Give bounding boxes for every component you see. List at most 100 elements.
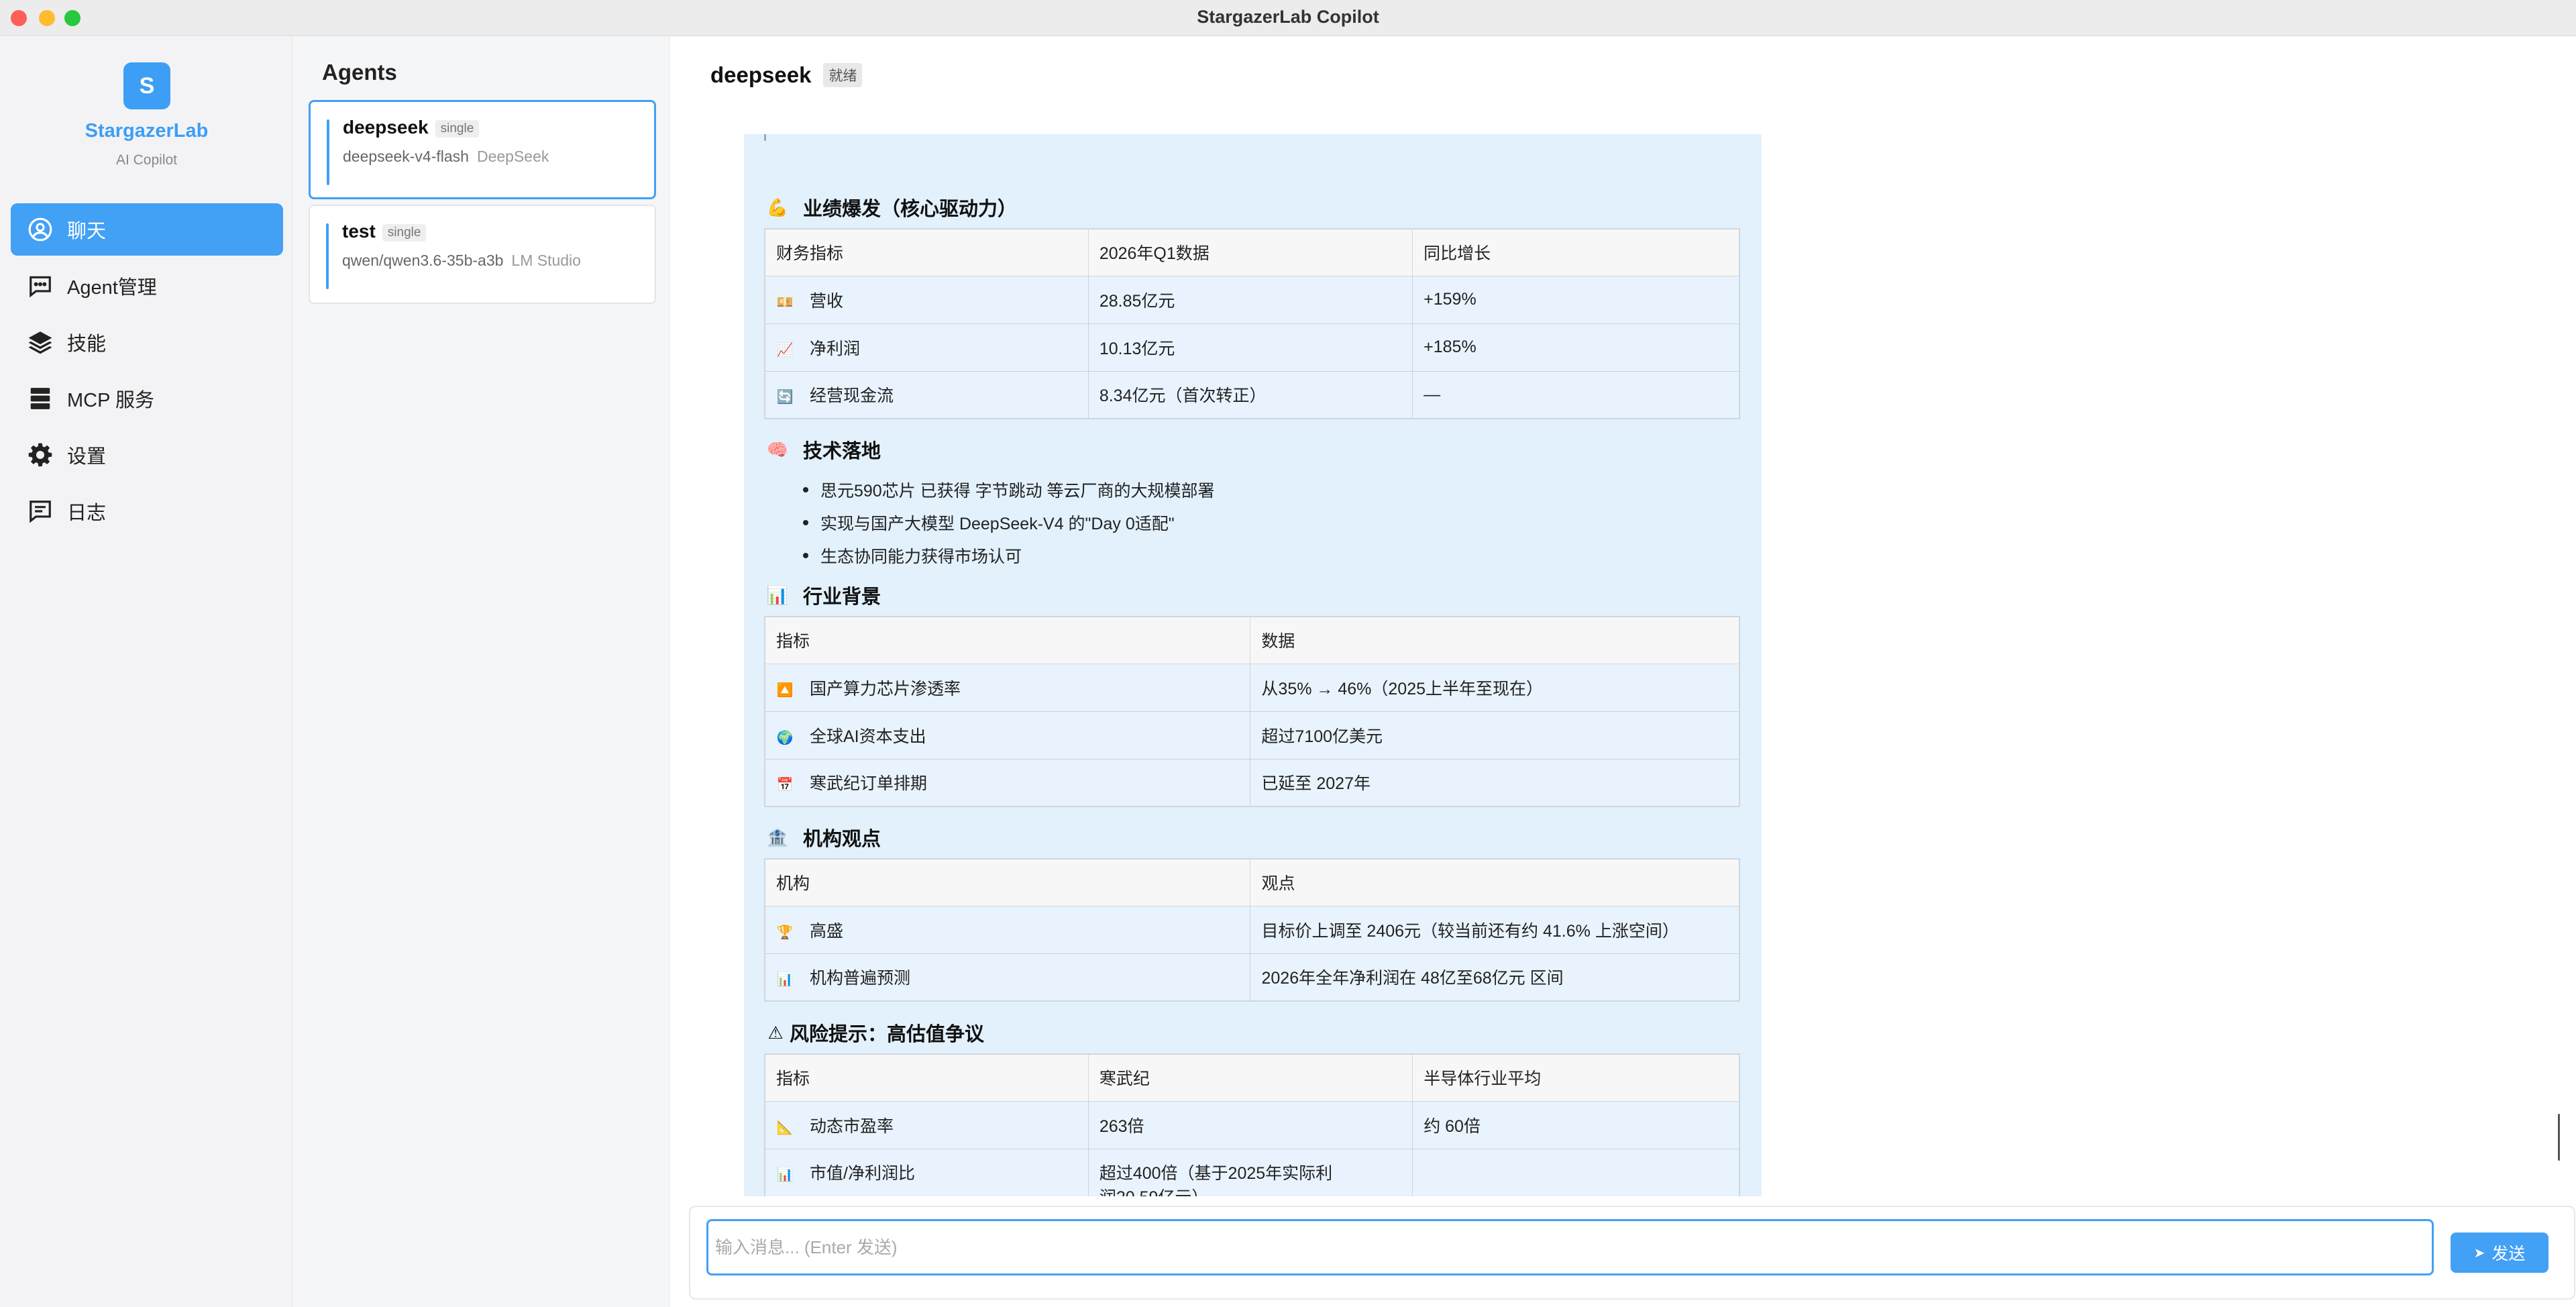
table-cell: +185%	[1412, 323, 1740, 372]
chat-header: deepseek 就绪	[710, 62, 863, 88]
sidebar-item-label: 设置	[67, 446, 107, 468]
server-icon	[25, 384, 55, 413]
sidebar-item-skills[interactable]: 技能	[11, 316, 283, 368]
agents-panel: Agents deepseek single deepseek-v4-flash D…	[294, 37, 669, 1307]
table-cell: 10.13亿元	[1087, 323, 1413, 372]
table-row: 🏆 高盛 目标价上调至 2406元（较当前还有约 41.6% 上涨空间）	[764, 905, 1740, 954]
table-cell: 📊 市值/净利润比	[764, 1148, 1089, 1196]
table-cell: 🏆 高盛	[764, 905, 1251, 954]
sidebar-item-label: 聊天	[67, 221, 107, 242]
table-cell: 从35% → 46%（2025上半年至现在）	[1250, 663, 1740, 712]
sidebar-item-label: 日志	[67, 503, 107, 524]
app-logo: S	[123, 62, 170, 109]
chat-bubble-icon	[25, 271, 55, 301]
table-cell: 超过400倍（基于2025年实际利润20.59亿元）	[1087, 1148, 1413, 1196]
trophy-icon: 🏆	[776, 925, 794, 940]
send-label: 发送	[2491, 1245, 2526, 1263]
chat-panel: deepseek 就绪 💪 业绩爆发（核心驱动力） 财务指标 2026年Q1数据…	[670, 37, 2576, 1307]
status-badge: 就绪	[823, 63, 863, 87]
sidebar-item-label: 技能	[67, 333, 107, 355]
agents-title: Agents	[322, 60, 397, 85]
table-header: 寒武纪	[1087, 1053, 1413, 1102]
table-header: 同比增长	[1412, 228, 1740, 276]
list-item: 生态协同能力获得市场认可	[803, 539, 1215, 572]
yen-banknote-icon: 💴	[776, 295, 794, 310]
list-item: 思元590芯片 已获得 字节跳动 等云厂商的大规模部署	[803, 473, 1215, 506]
sidebar-item-logs[interactable]: 日志	[11, 485, 283, 537]
table-cell: 📊 机构普遍预测	[764, 953, 1251, 1002]
cycle-arrows-icon: 🔄	[776, 390, 794, 405]
table-cell: 📈 净利润	[764, 323, 1089, 372]
flexed-biceps-icon: 💪	[766, 197, 789, 217]
brain-icon: 🧠	[766, 439, 789, 460]
performance-table: 财务指标 2026年Q1数据 同比增长 💴 营收 28.85亿元 +159% 📈 净…	[764, 228, 1740, 419]
sidebar-item-label: MCP 服务	[67, 390, 154, 411]
composer: ➤ 发送	[689, 1206, 2575, 1300]
scrollbar-thumb[interactable]	[2558, 1114, 2560, 1161]
up-arrow-icon: 🔼	[776, 682, 794, 698]
agent-name: deepseek single	[343, 117, 480, 138]
risk-table: 指标 寒武纪 半导体行业平均 📐 动态市盈率 263倍 约 60倍 📊 市值/净利润…	[764, 1053, 1740, 1196]
table-cell: 已延至 2027年	[1250, 758, 1740, 807]
user-circle-icon	[25, 215, 55, 244]
table-cell: 📐 动态市盈率	[764, 1100, 1089, 1149]
table-row: 📐 动态市盈率 263倍 约 60倍	[764, 1100, 1740, 1149]
paper-plane-icon: ➤	[2473, 1245, 2485, 1261]
table-row: 📊市值/净利润比 超过400倍（基于2025年实际利润20.59亿元）	[764, 1148, 1740, 1196]
table-header: 半导体行业平均	[1412, 1053, 1740, 1102]
brand-subtitle: AI Copilot	[115, 152, 178, 168]
log-icon	[25, 496, 55, 526]
calendar-icon: 📅	[776, 778, 794, 793]
table-cell: 约 60倍	[1412, 1100, 1740, 1149]
send-button[interactable]: ➤ 发送	[2451, 1233, 2548, 1273]
bank-icon: 🏦	[766, 827, 789, 847]
table-row: 📅 寒武纪订单排期 已延至 2027年	[764, 758, 1740, 807]
sidebar-item-agent-management[interactable]: Agent管理	[11, 260, 283, 312]
table-header: 机构	[764, 858, 1251, 906]
agent-model: qwen/qwen3.6-35b-a3b LM Studio	[342, 252, 581, 269]
table-header-row: 财务指标 2026年Q1数据 同比增长	[764, 228, 1740, 276]
agent-card-deepseek[interactable]: deepseek single deepseek-v4-flash DeepSeek	[309, 100, 656, 199]
sidebar-item-settings[interactable]: 设置	[11, 429, 283, 481]
agent-provider: DeepSeek	[476, 148, 549, 165]
brand-name: StargazerLab	[85, 120, 209, 142]
sidebar: S StargazerLab AI Copilot 聊天 Agent管理 技能 …	[0, 37, 293, 1307]
table-cell	[1412, 1148, 1740, 1196]
table-cell: 📅 寒武纪订单排期	[764, 758, 1251, 807]
section-heading-performance: 💪 业绩爆发（核心驱动力）	[764, 193, 1017, 221]
table-cell: 💴 营收	[764, 275, 1089, 324]
sidebar-item-label: Agent管理	[67, 277, 157, 299]
table-cell: 目标价上调至 2406元（较当前还有约 41.6% 上涨空间）	[1250, 905, 1740, 954]
divider	[764, 134, 766, 141]
agent-accent-bar	[326, 223, 329, 289]
bar-chart-icon: 📊	[776, 1167, 794, 1182]
bar-chart-icon: 📊	[766, 584, 789, 605]
agent-name: test single	[342, 221, 427, 242]
table-header: 财务指标	[764, 228, 1089, 276]
agent-card-test[interactable]: test single qwen/qwen3.6-35b-a3b LM Studio	[309, 205, 656, 304]
triangular-ruler-icon: 📐	[776, 1120, 794, 1135]
table-cell: 2026年全年净利润在 48亿至68亿元 区间	[1250, 953, 1740, 1002]
table-header-row: 指标 寒武纪 半导体行业平均	[764, 1053, 1740, 1102]
institutions-table: 机构 观点 🏆 高盛 目标价上调至 2406元（较当前还有约 41.6% 上涨空间…	[764, 858, 1740, 1002]
table-cell: 🔄 经营现金流	[764, 370, 1089, 419]
agent-type-badge: single	[435, 120, 480, 138]
bar-chart-icon: 📊	[776, 972, 794, 988]
table-header: 2026年Q1数据	[1087, 228, 1413, 276]
table-cell: 8.34亿元（首次转正）	[1087, 370, 1413, 419]
list-item: 实现与国产大模型 DeepSeek-V4 的"Day 0适配"	[803, 506, 1215, 539]
globe-icon: 🌍	[776, 730, 794, 745]
gear-icon	[25, 440, 55, 470]
section-heading-tech: 🧠 技术落地	[764, 435, 881, 464]
message-input[interactable]	[706, 1219, 2434, 1275]
chart-increasing-icon: 📈	[776, 342, 794, 358]
tech-bullet-list: 思元590芯片 已获得 字节跳动 等云厂商的大规模部署 实现与国产大模型 Dee…	[803, 473, 1215, 572]
table-row: 📊 机构普遍预测 2026年全年净利润在 48亿至68亿元 区间	[764, 953, 1740, 1002]
table-header: 指标	[764, 1053, 1089, 1102]
table-cell: +159%	[1412, 275, 1740, 324]
table-cell: 超过7100亿美元	[1250, 711, 1740, 760]
section-heading-institutions: 🏦 机构观点	[764, 823, 881, 851]
sidebar-item-mcp[interactable]: MCP 服务	[11, 372, 283, 425]
agent-provider: LM Studio	[511, 252, 581, 269]
sidebar-item-chat[interactable]: 聊天	[11, 203, 283, 256]
